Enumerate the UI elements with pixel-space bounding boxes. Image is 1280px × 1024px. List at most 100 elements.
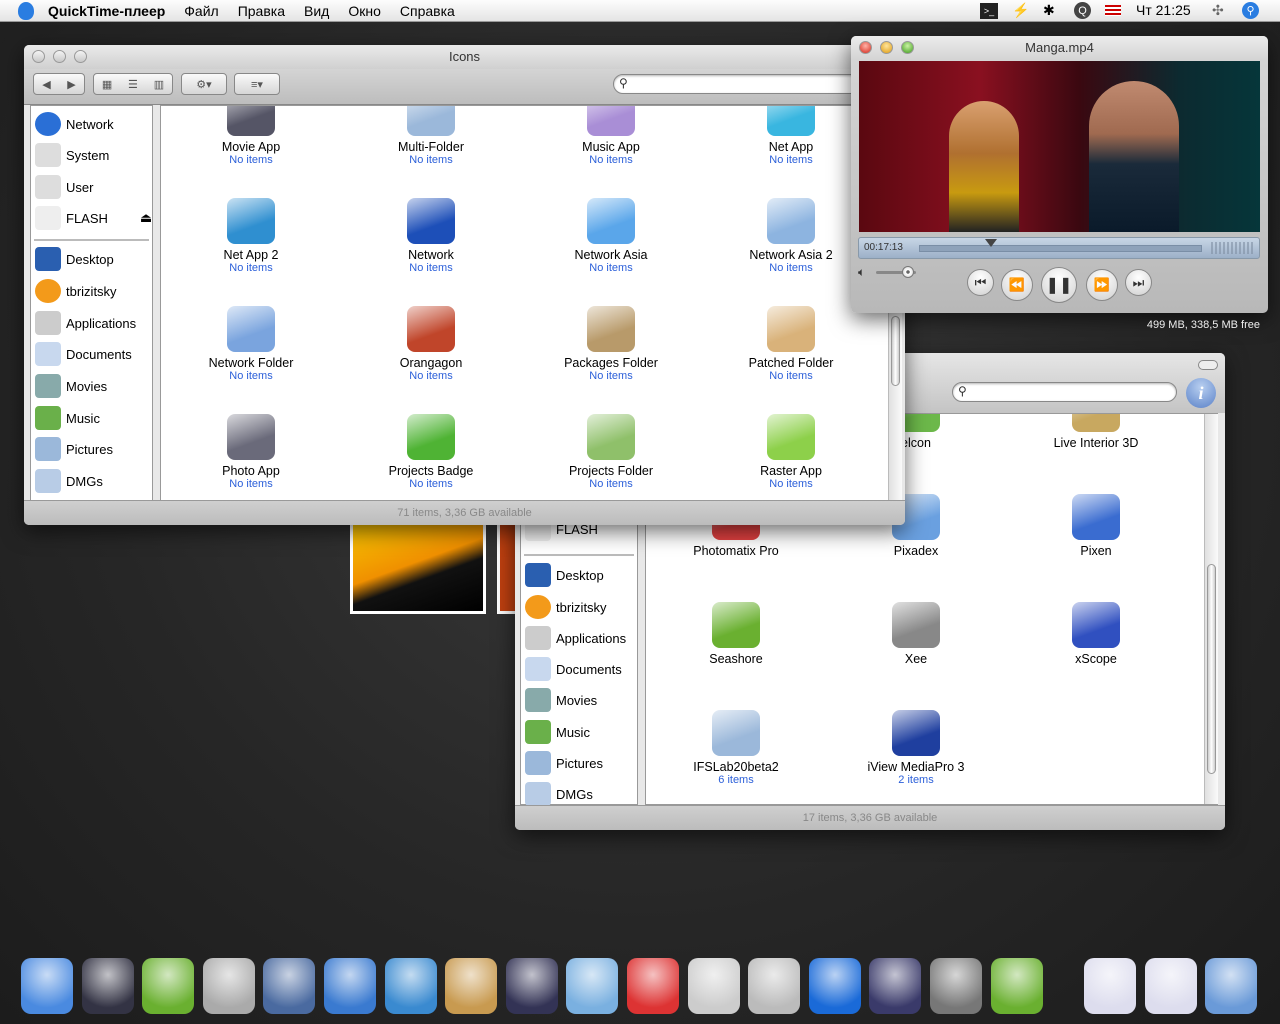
grid-item[interactable]: Network Folder No items xyxy=(166,306,336,382)
apple-menu-icon[interactable] xyxy=(18,1,34,20)
go-to-start-button[interactable]: ⏮ xyxy=(967,269,994,296)
sidebar-item-desktop[interactable]: Desktop xyxy=(35,245,114,273)
dock-item-finder[interactable] xyxy=(21,958,73,1014)
fast-forward-button[interactable]: ⏩ xyxy=(1086,269,1118,301)
rewind-button[interactable]: ⏪ xyxy=(1001,269,1033,301)
back-icon[interactable]: ◀ xyxy=(42,78,50,91)
sidebar-item-applications[interactable]: Applications xyxy=(525,624,626,652)
dock-item-window-1[interactable] xyxy=(1084,958,1136,1014)
grid-item[interactable]: Orangagon No items xyxy=(346,306,516,382)
dock-item-isync[interactable] xyxy=(202,958,255,1014)
grid-item[interactable]: Network Asia No items xyxy=(526,198,696,274)
icon-view-icon[interactable]: ▦ xyxy=(102,78,112,91)
grid-item[interactable]: Net App 2 No items xyxy=(166,198,336,274)
grid-item[interactable]: Network No items xyxy=(346,198,516,274)
desktop-picture[interactable] xyxy=(350,522,486,614)
zoom-button[interactable] xyxy=(74,50,87,63)
dock-item-ical[interactable] xyxy=(627,958,679,1014)
network-activity-icon[interactable]: ⚡ xyxy=(1012,2,1029,19)
dock-item-network-utility[interactable] xyxy=(324,958,376,1014)
arrange-button[interactable]: ≡▾ xyxy=(234,73,280,95)
menu-help[interactable]: Справка xyxy=(400,3,455,19)
minimize-button[interactable] xyxy=(53,50,66,63)
forward-icon[interactable]: ▶ xyxy=(67,78,75,91)
toolbar-toggle-button[interactable] xyxy=(1198,360,1218,370)
paw-icon[interactable]: ✱ xyxy=(1043,2,1055,19)
sidebar-item-movies[interactable]: Movies xyxy=(35,372,107,400)
view-buttons[interactable]: ▦ ☰ ▥ xyxy=(93,73,173,95)
us-flag-icon[interactable] xyxy=(1105,5,1121,16)
dock-item-imovie[interactable] xyxy=(505,958,558,1014)
sidebar-item-music[interactable]: Music xyxy=(35,404,100,432)
dock-item-preview[interactable] xyxy=(263,958,316,1014)
scroll-thumb[interactable] xyxy=(891,316,900,386)
grid-item[interactable]: Music App No items xyxy=(526,106,696,166)
menu-view[interactable]: Вид xyxy=(304,3,329,19)
menu-edit[interactable]: Правка xyxy=(238,3,285,19)
spotlight-icon[interactable]: ⚲ xyxy=(1242,2,1259,19)
scroll-thumb[interactable] xyxy=(1207,564,1216,774)
menu-file[interactable]: Файл xyxy=(184,3,218,19)
dock-item-seashore[interactable] xyxy=(990,958,1043,1014)
sidebar-item-music[interactable]: Music xyxy=(525,718,590,746)
sidebar-item-flash[interactable]: FLASH ⏏ xyxy=(35,204,152,232)
sidebar-item-documents[interactable]: Documents xyxy=(525,655,622,683)
dock-item-colors[interactable] xyxy=(869,958,922,1014)
sidebar-item-dmgs[interactable]: DMGs xyxy=(35,467,103,495)
action-button[interactable]: ⚙▾ xyxy=(181,73,227,95)
scrollbar[interactable] xyxy=(1204,414,1218,804)
grid-item[interactable]: Patched Folder No items xyxy=(706,306,876,382)
grid-item[interactable]: iView MediaPro 32 items xyxy=(831,710,1001,786)
bluetooth-icon[interactable]: ✣ xyxy=(1212,2,1224,19)
timeline-scrubber[interactable] xyxy=(919,239,1202,252)
grid-item[interactable]: Live Interior 3D xyxy=(1011,414,1181,450)
zoom-button[interactable] xyxy=(901,41,914,54)
playhead[interactable] xyxy=(984,239,997,247)
close-button[interactable] xyxy=(859,41,872,54)
dock-item-itunes[interactable] xyxy=(566,958,619,1014)
dock-item-window-2[interactable] xyxy=(1144,958,1197,1014)
dock-item-terminal[interactable] xyxy=(81,958,134,1014)
grid-item[interactable]: xScope xyxy=(1011,602,1181,666)
volume-slider[interactable] xyxy=(876,266,916,278)
grid-item[interactable]: Movie App No items xyxy=(166,106,336,166)
grid-item[interactable]: Pixen xyxy=(1011,494,1181,558)
column-view-icon[interactable]: ▥ xyxy=(154,78,164,91)
search-field[interactable]: ⚲ xyxy=(613,74,873,94)
sidebar-item-applications[interactable]: Applications xyxy=(35,309,136,337)
menu-window[interactable]: Окно xyxy=(348,3,381,19)
grid-item[interactable]: Packages Folder No items xyxy=(526,306,696,382)
sidebar-item-dmgs[interactable]: DMGs xyxy=(525,780,593,808)
quicksilver-icon[interactable]: Q xyxy=(1074,2,1091,19)
minimize-button[interactable] xyxy=(880,41,893,54)
dock-item-adium[interactable] xyxy=(142,958,195,1014)
grid-item[interactable]: IFSLab20beta2 6 items xyxy=(651,710,821,786)
desktop-picture[interactable] xyxy=(497,522,515,614)
volume-knob[interactable] xyxy=(902,266,914,278)
list-view-icon[interactable]: ☰ xyxy=(128,78,138,91)
grid-item[interactable]: Seashore xyxy=(651,602,821,666)
grid-item[interactable]: Projects Badge No items xyxy=(346,414,516,490)
pause-button[interactable]: ❚❚ xyxy=(1041,267,1077,303)
video-frame[interactable] xyxy=(859,61,1260,232)
dock-item-utility[interactable] xyxy=(748,958,801,1014)
sidebar-item-desktop[interactable]: Desktop xyxy=(525,561,604,589)
eject-icon[interactable]: ⏏ xyxy=(140,210,152,226)
search-field[interactable]: ⚲ xyxy=(952,382,1177,402)
menu-app[interactable]: QuickTime-плеер xyxy=(48,3,165,19)
dock-item-trash[interactable] xyxy=(1205,958,1258,1014)
sidebar-item-pictures[interactable]: Pictures xyxy=(525,749,603,777)
grid-item[interactable]: Projects Folder No items xyxy=(526,414,696,490)
sidebar-item-movies[interactable]: Movies xyxy=(525,686,597,714)
back-forward-button[interactable]: ◀ ▶ xyxy=(33,73,85,95)
sidebar-item-user[interactable]: User xyxy=(35,173,93,201)
clock[interactable]: Чт 21:25 xyxy=(1136,2,1191,18)
sidebar-item-network[interactable]: Network xyxy=(35,110,114,138)
sidebar-item-tbrizitsky[interactable]: tbrizitsky xyxy=(35,277,117,305)
grid-item[interactable]: Xee xyxy=(831,602,1001,666)
dock-item-boot-camp[interactable] xyxy=(687,958,740,1014)
info-button[interactable]: i xyxy=(1186,378,1216,408)
dock-item-xee[interactable] xyxy=(930,958,982,1014)
grid-item[interactable]: Multi-Folder No items xyxy=(346,106,516,166)
grid-item[interactable]: Photo App No items xyxy=(166,414,336,490)
